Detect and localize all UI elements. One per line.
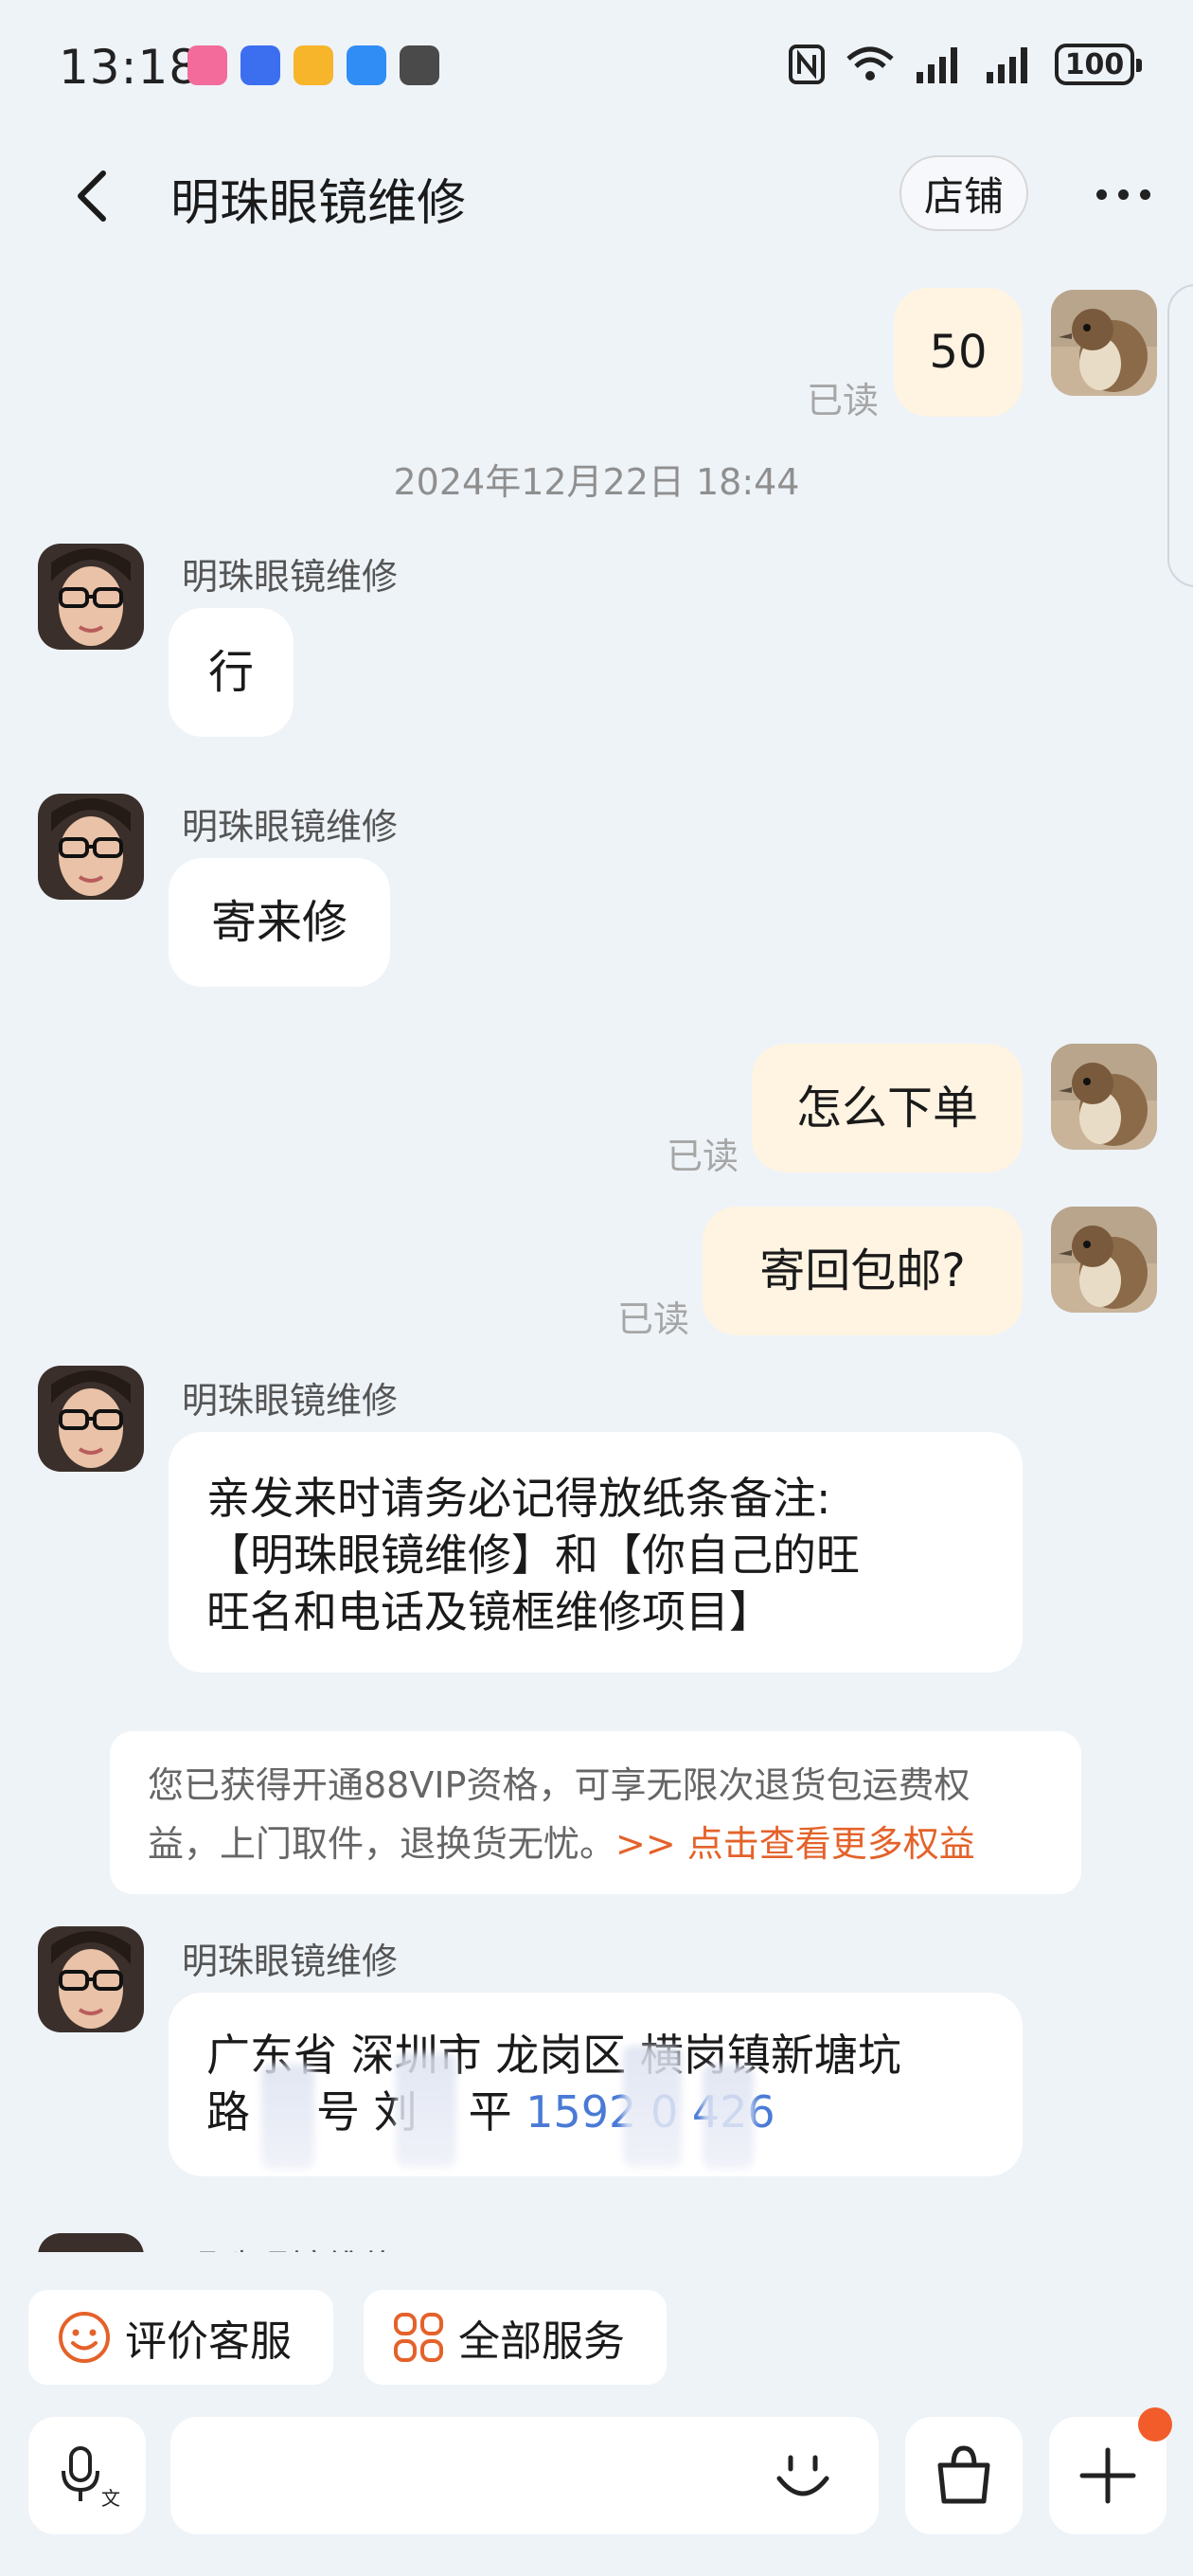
address-part: 路 [206, 2086, 250, 2138]
incoming-message-bubble[interactable]: 寄来修 [169, 858, 390, 987]
message-timestamp: 2024年12月22日 18:44 [393, 461, 800, 503]
vip-benefit-notice: 您已获得开通88VIP资格，可享无限次退货包运费权 益，上门取件，退换货无忧。>… [110, 1731, 1081, 1894]
address-line-1: 广东省 深圳市 龙岗区 横岗镇新塘坑 [206, 2030, 901, 2081]
svg-text:文: 文 [101, 2487, 120, 2509]
signal-icon-sim1 [917, 47, 957, 83]
mail-icon [294, 45, 333, 85]
status-time: 13:18 [59, 40, 201, 95]
smiley-icon [776, 2455, 829, 2496]
nfc-icon [789, 45, 825, 84]
sender-name: 明珠眼镜维修 [182, 556, 399, 598]
rate-service-button[interactable]: 评价客服 [28, 2290, 333, 2385]
shop-button[interactable]: 店铺 [899, 155, 1028, 231]
seller-avatar[interactable] [38, 544, 144, 650]
privacy-blur [261, 2065, 314, 2169]
user-avatar[interactable] [1051, 290, 1157, 396]
user-avatar[interactable] [1051, 1207, 1157, 1313]
message-text-line: 旺名和电话及镜框维修项目】 [206, 1586, 773, 1637]
more-options-button[interactable] [1085, 170, 1161, 218]
notice-text-line: 益，上门取件，退换货无忧。 [148, 1823, 616, 1865]
outgoing-message-bubble[interactable]: 寄回包邮? [703, 1207, 1023, 1335]
smile-face-icon [59, 2312, 110, 2363]
message-text: 50 [929, 326, 988, 379]
emoji-button[interactable] [765, 2438, 841, 2513]
services-grid-icon [394, 2313, 443, 2362]
seller-avatar[interactable] [38, 1926, 144, 2032]
more-dot [1095, 188, 1107, 200]
microphone-translate-icon: 文 [62, 2446, 120, 2509]
back-button[interactable] [59, 163, 125, 229]
incoming-message-bubble[interactable]: 亲发来时请务必记得放纸条备注: 【明珠眼镜维修】和【你自己的旺 旺名和电话及镜框… [169, 1432, 1023, 1673]
message-text-line: 亲发来时请务必记得放纸条备注: [206, 1473, 831, 1524]
chevron-left-icon [78, 170, 106, 222]
plus-icon [1079, 2447, 1136, 2504]
user-avatar[interactable] [1051, 1044, 1157, 1150]
sender-name: 明珠眼镜维修 [182, 1380, 399, 1422]
message-text: 怎么下单 [795, 1082, 978, 1135]
bird-avatar-image [1051, 290, 1157, 396]
privacy-blur [623, 2046, 682, 2167]
voice-input-button[interactable]: 文 [28, 2417, 146, 2534]
voice-recorder-icon [240, 45, 280, 85]
status-bar: 13:18 100 [0, 0, 1193, 133]
more-dot [1117, 188, 1129, 200]
seller-avatar [38, 2233, 144, 2252]
sender-name: 明珠眼镜维修 [182, 2239, 398, 2252]
side-drawer-handle[interactable] [1167, 284, 1193, 587]
shopping-bag-icon [937, 2445, 990, 2504]
incoming-message-bubble[interactable]: 行 [169, 608, 294, 737]
read-status: 已读 [667, 1136, 739, 1177]
send-product-button[interactable] [905, 2417, 1023, 2534]
address-part: 平 [468, 2086, 512, 2138]
battery-indicator: 100 [1055, 44, 1142, 85]
read-status: 已读 [617, 1298, 690, 1340]
view-benefits-link[interactable]: >> 点击查看更多权益 [615, 1823, 975, 1865]
chat-title: 明珠眼镜维修 [170, 175, 467, 232]
message-text: 寄回包邮? [759, 1244, 966, 1297]
seller-avatar-image [38, 1366, 144, 1472]
notification-dot [1138, 2407, 1172, 2442]
more-actions-button[interactable] [1049, 2407, 1172, 2534]
notice-text-line: 您已获得开通88VIP资格，可享无限次退货包运费权 [148, 1764, 970, 1806]
message-text: 寄来修 [210, 896, 347, 949]
all-services-button[interactable]: 全部服务 [364, 2290, 667, 2385]
read-status: 已读 [807, 380, 880, 421]
more-dot [1139, 188, 1150, 200]
all-services-label: 全部服务 [458, 2317, 625, 2366]
sender-name: 明珠眼镜维修 [182, 1941, 399, 1982]
bilibili-icon [187, 45, 227, 85]
quick-action-bar: 评价客服 全部服务 [0, 2254, 1193, 2396]
message-text-line: 【明珠眼镜维修】和【你自己的旺 [206, 1530, 860, 1581]
address-line-2: 路号 刘平 1592 0 426 [206, 2084, 985, 2140]
chat-header: 明珠眼镜维修 店铺 [0, 142, 1193, 246]
bird-avatar-image [1051, 1207, 1157, 1313]
status-indicators: 100 [788, 44, 1142, 85]
seller-avatar-image [38, 1926, 144, 2032]
message-input-bar: 文 [0, 2406, 1193, 2576]
outgoing-message-bubble[interactable]: 怎么下单 [752, 1044, 1023, 1172]
privacy-blur [703, 2065, 754, 2169]
message-text: 行 [207, 646, 254, 699]
sender-name: 明珠眼镜维修 [182, 806, 399, 848]
messages-icon [347, 45, 386, 85]
bird-avatar-image [1051, 1044, 1157, 1150]
partial-next-message: 明珠眼镜维修 [0, 2229, 1193, 2252]
privacy-blur [396, 2053, 456, 2167]
calligraphy-app-icon [400, 45, 439, 85]
seller-avatar-image [38, 544, 144, 650]
outgoing-message-bubble[interactable]: 50 [894, 288, 1023, 417]
wifi-icon [846, 46, 894, 80]
status-app-icons [187, 45, 439, 85]
signal-icon-sim2 [987, 47, 1027, 83]
seller-avatar[interactable] [38, 794, 144, 900]
rate-service-label: 评价客服 [125, 2317, 292, 2366]
seller-avatar[interactable] [38, 1366, 144, 1472]
seller-avatar-image [38, 794, 144, 900]
